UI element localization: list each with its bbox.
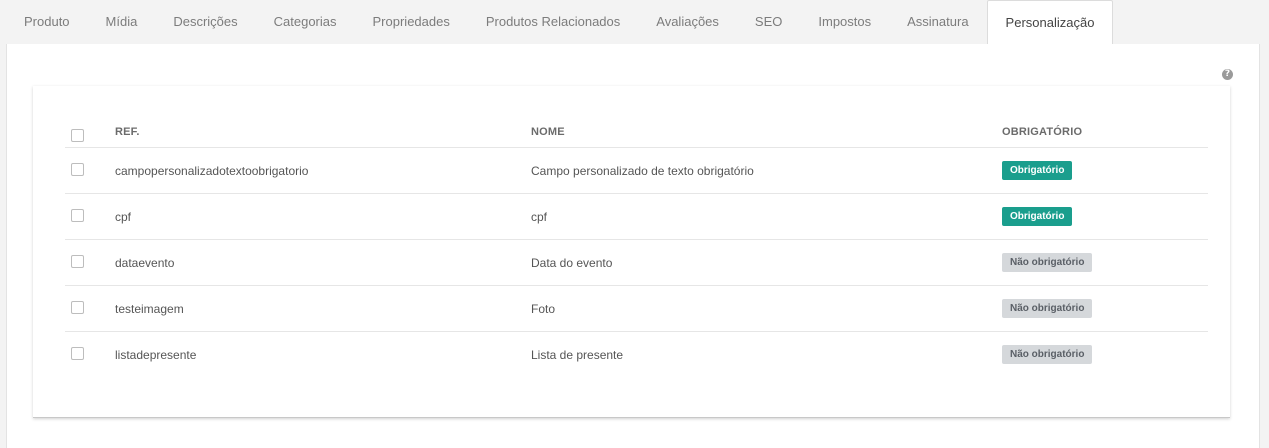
status-badge: Não obrigatório xyxy=(1002,345,1093,364)
customization-table: REF. NOME OBRIGATÓRIO campopersonalizado… xyxy=(65,116,1208,377)
row-checkbox-cell xyxy=(65,147,115,194)
tab-bar: Produto Mídia Descrições Categorias Prop… xyxy=(6,0,1259,45)
table-row[interactable]: testeimagem Foto Não obrigatório xyxy=(65,285,1208,332)
row-ref: dataevento xyxy=(115,239,531,286)
row-nome: cpf xyxy=(531,193,1002,240)
status-badge: Não obrigatório xyxy=(1002,299,1093,318)
tab-midia[interactable]: Mídia xyxy=(88,0,156,44)
status-badge: Obrigatório xyxy=(1002,161,1073,180)
row-status-cell: Não obrigatório xyxy=(1002,239,1208,286)
row-nome: Data do evento xyxy=(531,239,1002,286)
row-checkbox[interactable] xyxy=(71,162,84,176)
select-all-cell xyxy=(65,116,115,148)
row-checkbox-cell xyxy=(65,331,115,377)
customization-table-card: REF. NOME OBRIGATÓRIO campopersonalizado… xyxy=(33,86,1230,418)
row-checkbox-cell xyxy=(65,193,115,240)
tab-personalizacao[interactable]: Personalização xyxy=(986,0,1114,45)
row-status-cell: Obrigatório xyxy=(1002,193,1208,240)
row-status-cell: Não obrigatório xyxy=(1002,285,1208,332)
row-checkbox-cell xyxy=(65,285,115,332)
table-row[interactable]: listadepresente Lista de presente Não ob… xyxy=(65,331,1208,377)
row-ref: testeimagem xyxy=(115,285,531,332)
row-checkbox[interactable] xyxy=(71,346,84,360)
row-checkbox-cell xyxy=(65,239,115,286)
row-checkbox[interactable] xyxy=(71,300,84,314)
row-ref: cpf xyxy=(115,193,531,240)
row-nome: Lista de presente xyxy=(531,331,1002,377)
column-header-obrigatorio: OBRIGATÓRIO xyxy=(1002,125,1083,138)
row-nome: Campo personalizado de texto obrigatório xyxy=(531,147,1002,194)
tab-propriedades[interactable]: Propriedades xyxy=(355,0,468,44)
table-row[interactable]: cpf cpf Obrigatório xyxy=(65,193,1208,240)
tab-avaliacoes[interactable]: Avaliações xyxy=(638,0,737,44)
row-nome: Foto xyxy=(531,285,1002,332)
tab-produtos-relacionados[interactable]: Produtos Relacionados xyxy=(468,0,638,44)
table-row[interactable]: dataevento Data do evento Não obrigatóri… xyxy=(65,239,1208,286)
table-header-row: REF. NOME OBRIGATÓRIO xyxy=(65,116,1208,148)
row-status-cell: Obrigatório xyxy=(1002,147,1208,194)
row-checkbox[interactable] xyxy=(71,254,84,268)
column-header-nome: NOME xyxy=(531,125,565,138)
table-row[interactable]: campopersonalizadotextoobrigatorio Campo… xyxy=(65,147,1208,194)
row-status-cell: Não obrigatório xyxy=(1002,331,1208,377)
tab-produto[interactable]: Produto xyxy=(6,0,88,44)
tab-descricoes[interactable]: Descrições xyxy=(155,0,255,44)
tab-categorias[interactable]: Categorias xyxy=(256,0,355,44)
row-checkbox[interactable] xyxy=(71,208,84,222)
select-all-checkbox[interactable] xyxy=(71,128,84,142)
tab-seo[interactable]: SEO xyxy=(737,0,800,44)
tab-panel: ? REF. NOME OBRIGATÓRIO campopersonaliza… xyxy=(6,44,1260,448)
tab-assinatura[interactable]: Assinatura xyxy=(889,0,986,44)
tab-impostos[interactable]: Impostos xyxy=(800,0,889,44)
question-circle-icon[interactable]: ? xyxy=(1222,69,1233,80)
column-header-ref: REF. xyxy=(115,125,140,138)
status-badge: Obrigatório xyxy=(1002,207,1073,226)
row-ref: listadepresente xyxy=(115,331,531,377)
row-ref: campopersonalizadotextoobrigatorio xyxy=(115,147,531,194)
status-badge: Não obrigatório xyxy=(1002,253,1093,272)
